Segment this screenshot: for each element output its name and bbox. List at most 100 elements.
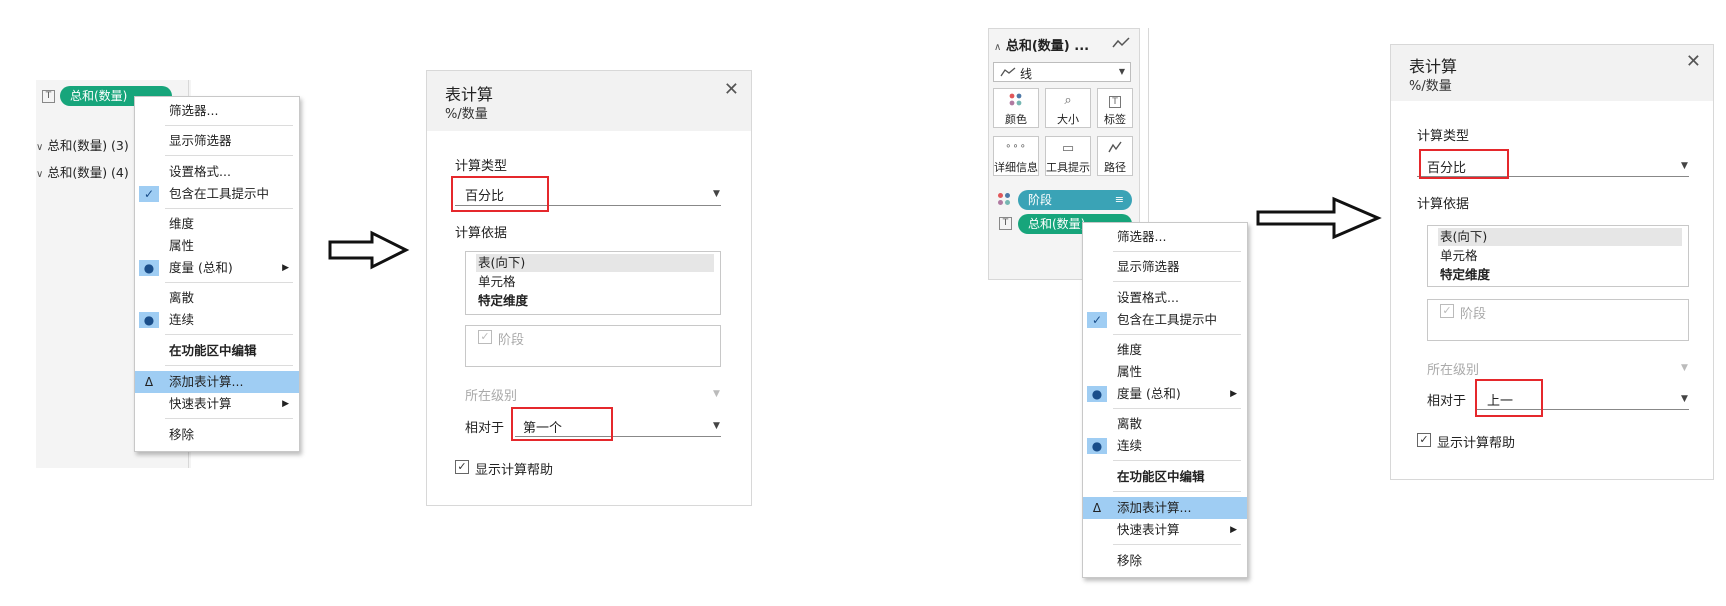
menu-item-quick-table-calc[interactable]: 快速表计算 ▶ [1083,519,1247,541]
tree-item[interactable]: ∨ 总和(数量) (4) [36,162,129,181]
menu-separator [1113,491,1241,492]
sort-icon: ≡ [1114,193,1124,206]
chevron-down-icon[interactable]: ▼ [1681,161,1688,171]
menu-separator [1113,334,1241,335]
compute-using-list[interactable]: 表(向下) 单元格 特定维度 [465,251,721,315]
chevron-up-icon: ∧ [994,42,1002,53]
show-help-checkbox[interactable]: ✓ [1417,433,1431,447]
marks-header[interactable]: ∧ 总和(数量) ... [994,35,1089,54]
menu-item-add-table-calc[interactable]: Δ 添加表计算... [1083,497,1247,519]
context-menu: 筛选器... 显示筛选器 设置格式... ✓ 包含在工具提示中 维度 属性 ● 度量… [1082,222,1248,578]
dimension-checkbox[interactable]: ✓ [478,330,492,344]
list-item[interactable]: 特定维度 [1438,266,1682,284]
menu-item-include-tooltip[interactable]: ✓ 包含在工具提示中 [135,183,299,205]
marks-color-button[interactable]: 颜色 [993,88,1039,128]
dimension-pill-label: 阶段 [1028,193,1053,207]
dimension-pill[interactable]: 阶段 ≡ [1018,190,1132,210]
menu-item-attribute[interactable]: 属性 [135,235,299,257]
menu-item-remove[interactable]: 移除 [1083,550,1247,572]
submenu-arrow-icon: ▶ [282,263,289,273]
mark-type-dropdown[interactable]: 线 ▼ [993,62,1131,82]
list-item[interactable]: 特定维度 [476,292,714,310]
dimension-checkbox[interactable]: ✓ [1440,304,1454,318]
menu-item-dimension[interactable]: 维度 [1083,339,1247,361]
bullet-icon: ● [139,312,159,328]
menu-item-quick-table-calc[interactable]: 快速表计算 ▶ [135,393,299,415]
menu-item-discrete[interactable]: 离散 [135,287,299,309]
marks-tooltip-button[interactable]: ▭ 工具提示 [1045,136,1091,176]
menu-item-format[interactable]: 设置格式... [135,161,299,183]
measure-pill-label: 总和(数量) [70,89,128,103]
marks-detail-button[interactable]: ∘∘∘ 详细信息 [993,136,1039,176]
close-icon[interactable]: ✕ [724,79,739,100]
menu-item-show-filter[interactable]: 显示筛选器 [1083,256,1247,278]
marks-cell-label: 大小 [1057,113,1079,126]
list-item[interactable]: 表(向下) [1438,228,1682,246]
show-help-checkbox[interactable]: ✓ [455,460,469,474]
list-item[interactable]: 单元格 [476,273,714,291]
chevron-down-icon[interactable]: ▼ [1681,394,1688,404]
menu-item-edit-in-shelf[interactable]: 在功能区中编辑 [135,340,299,362]
level-label: 所在级别 [465,389,518,404]
menu-separator [165,155,293,156]
calc-type-label: 计算类型 [455,159,508,174]
menu-item-filter[interactable]: 筛选器... [135,100,299,122]
line-mark-icon [1000,67,1016,77]
compute-using-label: 计算依据 [455,226,508,241]
menu-item-measure[interactable]: ● 度量 (总和) ▶ [1083,383,1247,405]
bullet-icon: ● [139,260,159,276]
checkmark-icon: ✓ [139,186,159,202]
detail-icon: ∘∘∘ [1005,141,1027,152]
menu-item-dimension[interactable]: 维度 [135,213,299,235]
table-calc-dialog: 表计算 %/数量 ✕ 计算类型 百分比 ▼ 计算依据 表(向下) 单元格 特定维… [1390,44,1714,480]
chevron-down-icon[interactable]: ▼ [713,421,720,431]
marks-cell-label: 路径 [1104,161,1126,174]
dialog-title: 表计算 [445,85,494,104]
menu-item-format[interactable]: 设置格式... [1083,287,1247,309]
menu-item-filter[interactable]: 筛选器... [1083,226,1247,248]
delta-icon: Δ [144,375,154,389]
marks-path-button[interactable]: 路径 [1097,136,1133,176]
chevron-down-icon: ∨ [36,169,44,180]
menu-item-include-tooltip[interactable]: ✓ 包含在工具提示中 [1083,309,1247,331]
level-label: 所在级别 [1427,363,1480,378]
submenu-arrow-icon: ▶ [282,399,289,409]
list-item[interactable]: 表(向下) [476,254,714,272]
checkmark-icon: ✓ [1087,312,1107,328]
annotation-box [451,176,549,212]
menu-item-edit-in-shelf[interactable]: 在功能区中编辑 [1083,466,1247,488]
tree-item-label: 总和(数量) (4) [47,165,129,180]
chevron-down-icon: ▼ [1681,363,1688,373]
dimension-label: 阶段 [498,333,525,348]
menu-separator [1113,544,1241,545]
menu-item-continuous[interactable]: ● 连续 [135,309,299,331]
path-icon [1098,141,1132,157]
tree-item[interactable]: ∨ 总和(数量) (3) [36,135,129,154]
menu-separator [165,418,293,419]
menu-separator [165,334,293,335]
menu-item-continuous[interactable]: ● 连续 [1083,435,1247,457]
relative-to-label: 相对于 [465,421,505,436]
menu-separator [1113,251,1241,252]
menu-item-add-table-calc[interactable]: Δ 添加表计算... [135,371,299,393]
delta-icon: Δ [1092,501,1102,515]
dialog-subtitle: %/数量 [1409,79,1452,94]
compute-using-list[interactable]: 表(向下) 单元格 特定维度 [1427,225,1689,287]
marks-label-button[interactable]: T 标签 [1097,88,1133,128]
menu-item-discrete[interactable]: 离散 [1083,413,1247,435]
menu-item-remove[interactable]: 移除 [135,424,299,446]
dialog-title: 表计算 [1409,57,1458,76]
marks-size-button[interactable]: ⌕ 大小 [1045,88,1091,128]
list-item[interactable]: 单元格 [1438,247,1682,265]
show-help-label: 显示计算帮助 [475,463,554,478]
dimension-list: ✓ 阶段 [465,325,721,367]
chevron-down-icon[interactable]: ▼ [713,189,720,199]
marks-cell-label: 颜色 [1005,113,1027,126]
dialog-subtitle: %/数量 [445,107,488,122]
marks-cell-label: 详细信息 [994,161,1038,174]
menu-item-measure[interactable]: ● 度量 (总和) ▶ [135,257,299,279]
menu-item-show-filter[interactable]: 显示筛选器 [135,130,299,152]
line-mark-icon [1112,37,1130,48]
close-icon[interactable]: ✕ [1686,51,1701,72]
menu-item-attribute[interactable]: 属性 [1083,361,1247,383]
